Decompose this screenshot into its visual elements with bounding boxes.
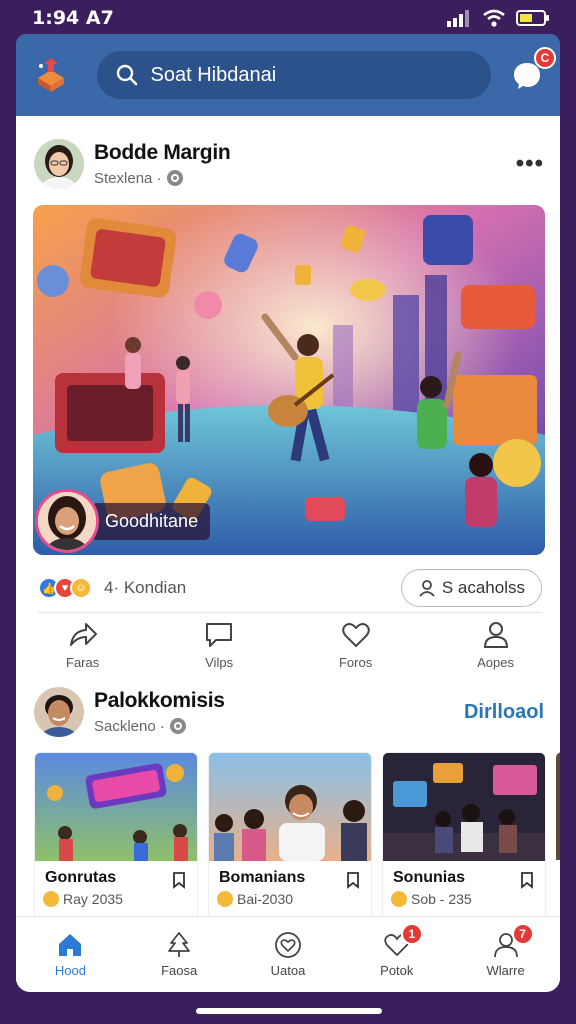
globe-icon [169, 718, 186, 734]
suggestion-avatar[interactable] [34, 687, 84, 737]
nav-watch[interactable]: Uatoa [248, 931, 328, 978]
suggestion-tile[interactable]: Sonunias Sob - 235 [382, 752, 546, 922]
tile-meta-text: Ray 2035 [63, 891, 123, 907]
post-hero-image[interactable]: Goodhitane [33, 205, 545, 555]
wifi-icon [483, 9, 505, 27]
nav-home-label: Hood [54, 963, 86, 978]
hero-caption: Goodhitane [91, 502, 211, 540]
home-icon [59, 934, 82, 956]
person-icon [483, 622, 508, 648]
profile-badge: 7 [511, 923, 534, 945]
post-header: Bodde Margin Stexlena · ••• [34, 138, 544, 190]
feed-card: Bodde Margin Stexlena · ••• Goodhitane 👍… [16, 116, 560, 992]
author-avatar[interactable] [34, 139, 84, 189]
nav-home[interactable]: Hood [30, 931, 110, 978]
tile-meta: Sob - 235 [391, 891, 472, 907]
people-icon [419, 580, 435, 597]
tag-avatar [35, 489, 99, 553]
emoji-icon [43, 891, 59, 907]
suggestion-tile[interactable]: Gonrutas Ray 2035 [34, 752, 198, 922]
bookmark-icon[interactable] [519, 871, 535, 889]
nav-groups-label: Faosa [161, 963, 198, 978]
tree-icon [168, 932, 191, 957]
comment-action-label: Vilps [205, 655, 234, 670]
tile-meta-text: Sob - 235 [411, 891, 472, 907]
post-author-name[interactable]: Bodde Margin [94, 141, 231, 165]
tile-meta: Ray 2035 [43, 891, 123, 907]
tile-image [209, 753, 371, 861]
next-tile-peek[interactable] [556, 752, 560, 922]
search-bar[interactable]: Soat Hibdanai [96, 51, 492, 99]
emoji-icon [217, 891, 233, 907]
share-action-label: Faras [66, 655, 100, 670]
status-icons [446, 9, 550, 27]
home-indicator[interactable] [196, 1008, 382, 1014]
suggestion-tile[interactable]: Bomanians Bai-2030 [208, 752, 372, 922]
signal-icon [447, 10, 469, 27]
download-link[interactable]: Dirlloaol [464, 701, 544, 724]
wow-reaction-icon: ☺ [70, 577, 92, 599]
shares-label: S acaholss [441, 578, 525, 597]
messages-badge: C [534, 47, 556, 69]
heart-icon [341, 623, 370, 647]
divider [38, 612, 542, 613]
app-logo-icon[interactable] [30, 53, 73, 97]
shares-button[interactable]: S acaholss [400, 569, 542, 607]
suggestion-timestamp: Sackleno · [94, 717, 165, 735]
suggestion-author-name[interactable]: Palokkomisis [94, 689, 225, 713]
tile-title: Gonrutas [45, 869, 117, 886]
tile-meta: Bai-2030 [217, 891, 293, 907]
status-time: 1:94 A7 [32, 7, 114, 29]
post-timestamp: Stexlena · [94, 169, 162, 187]
nav-notifications[interactable]: 1 Potok [357, 923, 437, 978]
bottom-navigation: Hood Faosa Uatoa 1 Potok 7 Wlarre [16, 916, 560, 992]
nav-groups[interactable]: Faosa [139, 931, 219, 978]
like-action-button[interactable]: Foros [339, 621, 372, 681]
suggestion-subtitle: Sackleno · [94, 717, 225, 735]
tile-image [383, 753, 545, 861]
status-bar: 1:94 A7 [0, 0, 576, 36]
suggestions-carousel[interactable]: Gonrutas Ray 2035 Bomanians Bai-2030 Son… [34, 752, 560, 922]
messages-button[interactable]: C [507, 47, 556, 95]
reactions-row: 👍 ♥ ☺ 4· Kondian S acaholss [38, 568, 542, 608]
hero-caption-tag[interactable]: Goodhitane [35, 489, 211, 553]
search-placeholder: Soat Hibdanai [150, 63, 277, 86]
nav-profile[interactable]: 7 Wlarre [466, 923, 546, 978]
battery-icon [516, 10, 549, 26]
comment-action-button[interactable]: Vilps [204, 621, 234, 681]
profile-action-label: Aopes [477, 655, 514, 670]
comment-icon [206, 623, 233, 647]
notifications-badge: 1 [400, 923, 423, 945]
tile-meta-text: Bai-2030 [237, 891, 294, 907]
tile-image [35, 753, 197, 861]
bookmark-icon[interactable] [345, 871, 361, 889]
tile-title: Sonunias [393, 869, 466, 886]
nav-notifications-label: Potok [380, 963, 414, 978]
globe-icon [166, 170, 183, 186]
emoji-icon [391, 891, 407, 907]
suggestions-header: Palokkomisis Sackleno · Dirlloaol [34, 686, 544, 738]
heart-outline-icon [275, 932, 301, 958]
more-options-button[interactable]: ••• [516, 150, 544, 178]
tile-title: Bomanians [219, 869, 306, 886]
profile-action-button[interactable]: Aopes [477, 621, 514, 681]
search-icon [116, 64, 137, 86]
nav-profile-label: Wlarre [486, 963, 525, 978]
nav-watch-label: Uatoa [270, 963, 306, 978]
like-action-label: Foros [338, 655, 373, 670]
reaction-icons[interactable]: 👍 ♥ ☺ [38, 577, 92, 599]
reaction-count[interactable]: 4· Kondian [104, 578, 186, 598]
share-action-button[interactable]: Faras [66, 621, 99, 681]
top-app-bar: Soat Hibdanai C [16, 34, 560, 116]
post-subtitle: Stexlena · [94, 169, 230, 187]
bookmark-icon[interactable] [171, 871, 187, 889]
share-icon [69, 623, 97, 646]
post-actions: Faras Vilps Foros Aopes [38, 621, 542, 681]
